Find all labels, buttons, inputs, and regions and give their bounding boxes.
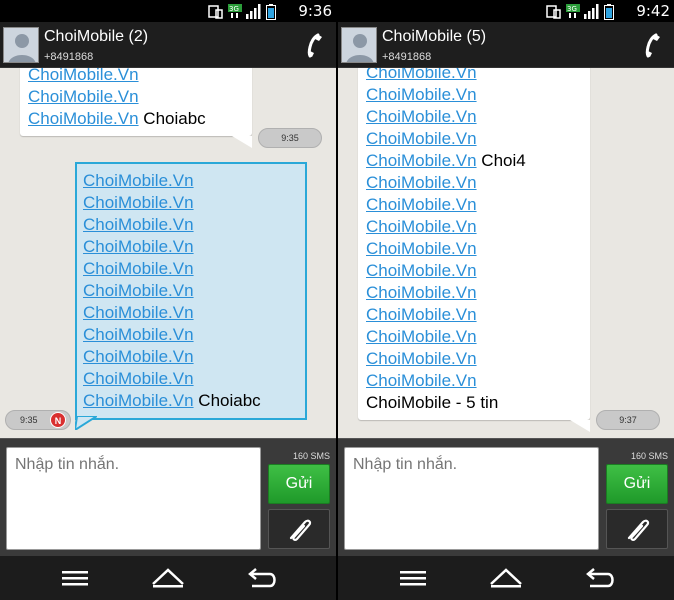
- bubble-tail: [570, 420, 590, 432]
- message-link[interactable]: ChoiMobile.Vn: [366, 370, 582, 392]
- contact-number: +8491868: [44, 51, 94, 63]
- menu-icon[interactable]: [53, 564, 97, 592]
- new-badge: N: [50, 412, 66, 428]
- sms-counter: 160 SMS: [630, 451, 668, 461]
- home-icon[interactable]: [484, 564, 528, 592]
- message-link[interactable]: ChoiMobile.Vn: [366, 304, 582, 326]
- message-link[interactable]: ChoiMobile.Vn: [366, 84, 582, 106]
- message-link[interactable]: ChoiMobile.Vn: [83, 368, 299, 390]
- attach-icon: [627, 519, 650, 541]
- contact-name: ChoiMobile (2): [44, 28, 149, 45]
- message-input[interactable]: [6, 447, 261, 550]
- svg-text:3G: 3G: [229, 5, 239, 13]
- message-line: ChoiMobile.Vn Choi4: [366, 150, 582, 172]
- message-link[interactable]: ChoiMobile.Vn: [83, 236, 299, 258]
- status-bar: 3G 9:42: [338, 0, 674, 22]
- message-text: Choi4: [481, 151, 526, 170]
- message-link[interactable]: ChoiMobile.Vn: [83, 280, 299, 302]
- message-link[interactable]: ChoiMobile.Vn: [366, 216, 582, 238]
- phone-icon[interactable]: [638, 31, 666, 59]
- message-timestamp: 9:35: [258, 128, 322, 148]
- message-link[interactable]: ChoiMobile.Vn: [366, 260, 582, 282]
- home-icon[interactable]: [146, 564, 190, 592]
- signal-icon: [584, 4, 599, 19]
- compose-bar: 160 SMS Gửi: [338, 438, 674, 556]
- screen-icon: [546, 5, 561, 19]
- message-link[interactable]: ChoiMobile.Vn: [83, 346, 299, 368]
- contact-name: ChoiMobile (5): [382, 28, 487, 45]
- nav-bar: [0, 556, 336, 600]
- message-link[interactable]: ChoiMobile.Vn: [28, 109, 139, 128]
- message-link[interactable]: ChoiMobile.Vn: [366, 348, 582, 370]
- message-link[interactable]: ChoiMobile.Vn: [366, 326, 582, 348]
- attach-button[interactable]: [268, 509, 330, 549]
- message-link[interactable]: ChoiMobile.Vn: [28, 68, 244, 86]
- avatar[interactable]: [341, 27, 377, 63]
- status-bar: 3G 9:36: [0, 0, 336, 22]
- battery-icon: [266, 4, 276, 20]
- message-link[interactable]: ChoiMobile.Vn: [83, 302, 299, 324]
- status-icons: 3G: [208, 4, 288, 20]
- message-link[interactable]: ChoiMobile.Vn: [366, 68, 582, 84]
- message-link[interactable]: ChoiMobile.Vn: [366, 194, 582, 216]
- back-icon[interactable]: [240, 564, 284, 592]
- 3g-icon: 3G: [566, 4, 580, 18]
- message-link[interactable]: ChoiMobile.Vn: [83, 258, 299, 280]
- message-text: Choiabc: [143, 109, 206, 128]
- incoming-message[interactable]: ChoiMobile.Vn ChoiMobile.Vn ChoiMobile.V…: [358, 68, 590, 420]
- right-screen: 3G 9:42 ChoiMobile (5) +8491868 ChoiMobi…: [338, 0, 674, 600]
- attach-button[interactable]: [606, 509, 668, 549]
- send-button[interactable]: Gửi: [268, 464, 330, 504]
- message-line: ChoiMobile.Vn Choiabc: [83, 390, 299, 412]
- outgoing-message[interactable]: ChoiMobile.Vn ChoiMobile.Vn ChoiMobile.V…: [75, 162, 307, 420]
- message-line: ChoiMobile.Vn Choiabc: [28, 108, 244, 130]
- left-screen: 3G 9:36 ChoiMobile (2) +8491868 ChoiMobi…: [0, 0, 336, 600]
- signal-icon: [246, 4, 261, 19]
- conversation-header: ChoiMobile (5) +8491868: [338, 22, 674, 68]
- message-input[interactable]: [344, 447, 599, 550]
- compose-bar: 160 SMS Gửi: [0, 438, 336, 556]
- message-link[interactable]: ChoiMobile.Vn: [28, 86, 244, 108]
- message-timestamp: 9:37: [596, 410, 660, 430]
- message-list[interactable]: ChoiMobile.Vn ChoiMobile.Vn ChoiMobile.V…: [0, 68, 336, 438]
- message-link[interactable]: ChoiMobile.Vn: [83, 192, 299, 214]
- message-link[interactable]: ChoiMobile.Vn: [366, 106, 582, 128]
- nav-bar: [338, 556, 674, 600]
- message-link[interactable]: ChoiMobile.Vn: [83, 324, 299, 346]
- message-link[interactable]: ChoiMobile.Vn: [83, 214, 299, 236]
- message-footer: ChoiMobile - 5 tin: [366, 393, 499, 412]
- message-link[interactable]: ChoiMobile.Vn: [83, 391, 194, 410]
- status-time: 9:42: [636, 2, 670, 20]
- message-list[interactable]: ChoiMobile.Vn ChoiMobile.Vn ChoiMobile.V…: [338, 68, 674, 438]
- back-icon[interactable]: [578, 564, 622, 592]
- message-link[interactable]: ChoiMobile.Vn: [366, 128, 582, 150]
- message-link[interactable]: ChoiMobile.Vn: [366, 172, 582, 194]
- contact-avatar-icon: [342, 28, 376, 62]
- sms-counter: 160 SMS: [292, 451, 330, 461]
- status-icons: 3G: [546, 4, 626, 20]
- message-link[interactable]: ChoiMobile.Vn: [366, 151, 477, 170]
- attach-icon: [289, 519, 312, 541]
- message-link[interactable]: ChoiMobile.Vn: [366, 282, 582, 304]
- message-text: Choiabc: [198, 391, 261, 410]
- status-time: 9:36: [298, 2, 332, 20]
- send-button[interactable]: Gửi: [606, 464, 668, 504]
- message-link[interactable]: ChoiMobile.Vn: [83, 170, 299, 192]
- battery-icon: [604, 4, 614, 20]
- svg-text:3G: 3G: [567, 5, 577, 13]
- bubble-tail: [75, 416, 97, 430]
- 3g-icon: 3G: [228, 4, 242, 18]
- contact-number: +8491868: [382, 51, 432, 63]
- message-link[interactable]: ChoiMobile.Vn: [366, 238, 582, 260]
- phone-icon[interactable]: [300, 31, 328, 59]
- avatar[interactable]: [3, 27, 39, 63]
- menu-icon[interactable]: [391, 564, 435, 592]
- screen-icon: [208, 5, 223, 19]
- contact-avatar-icon: [4, 28, 38, 62]
- conversation-header: ChoiMobile (2) +8491868: [0, 22, 336, 68]
- incoming-message[interactable]: ChoiMobile.Vn ChoiMobile.Vn ChoiMobile.V…: [20, 68, 252, 136]
- bubble-tail: [232, 136, 252, 148]
